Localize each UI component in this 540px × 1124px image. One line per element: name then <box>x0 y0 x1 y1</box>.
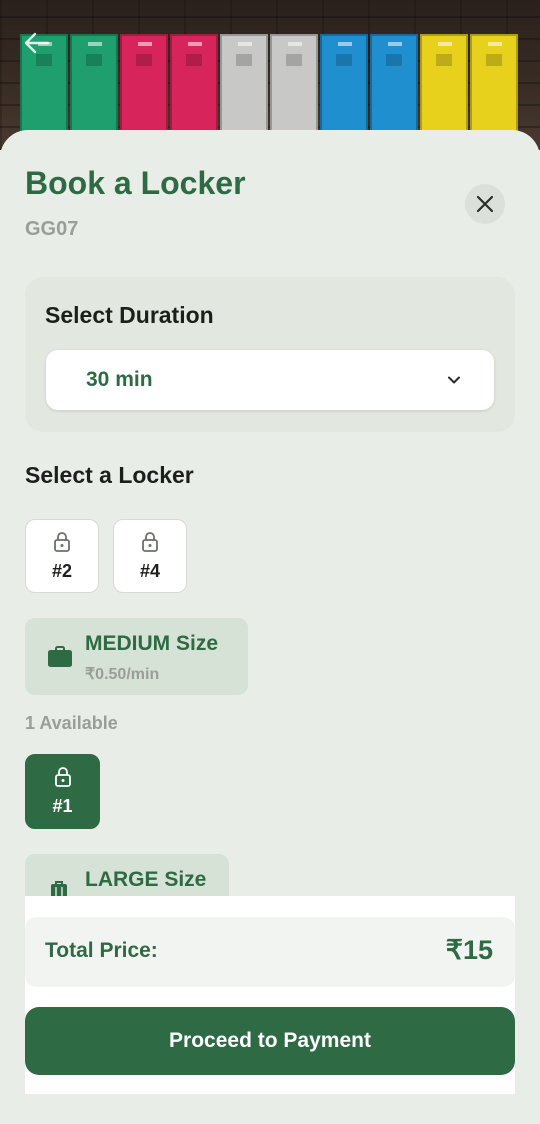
duration-value: 30 min <box>86 368 153 391</box>
locker-option-4[interactable]: #4 <box>113 519 187 593</box>
lock-icon <box>54 531 70 552</box>
arrow-left-icon[interactable] <box>22 30 52 56</box>
locker-image <box>170 34 218 134</box>
large-size-name: LARGE Size <box>85 868 207 891</box>
locker-image <box>320 34 368 134</box>
medium-size-card: MEDIUM Size ₹0.50/min <box>25 618 248 695</box>
lock-icon <box>54 767 71 787</box>
close-icon <box>476 195 494 213</box>
locker-image <box>370 34 418 134</box>
header-image <box>0 0 540 150</box>
locker-option-2[interactable]: #2 <box>25 519 99 593</box>
availability-count: 1 Available <box>25 713 118 733</box>
locker-image <box>270 34 318 134</box>
close-button[interactable] <box>465 184 505 224</box>
proceed-to-payment-button[interactable]: Proceed to Payment <box>25 1007 515 1075</box>
page-title: Book a Locker <box>25 165 246 201</box>
lock-icon <box>142 531 158 552</box>
locker-image <box>420 34 468 134</box>
locker-number: #1 <box>52 796 73 816</box>
locker-option-1[interactable]: #1 <box>25 754 100 829</box>
locker-image <box>220 34 268 134</box>
locker-number: #2 <box>51 560 73 581</box>
select-locker-heading: Select a Locker <box>25 462 194 488</box>
total-price-value: ₹15 <box>445 935 493 965</box>
medium-size-name: MEDIUM Size <box>85 632 219 655</box>
location-code: GG07 <box>25 218 79 240</box>
locker-number: #4 <box>139 560 161 581</box>
medium-size-price: ₹0.50/min <box>85 666 160 683</box>
locker-image <box>70 34 118 134</box>
total-price-label: Total Price: <box>45 939 158 962</box>
total-price-row: Total Price: ₹15 <box>25 917 515 987</box>
duration-label: Select Duration <box>45 302 214 328</box>
briefcase-icon <box>48 646 72 667</box>
locker-image <box>120 34 168 134</box>
duration-dropdown[interactable]: 30 min <box>46 350 494 410</box>
chevron-down-icon <box>448 376 460 384</box>
locker-image <box>470 34 518 134</box>
